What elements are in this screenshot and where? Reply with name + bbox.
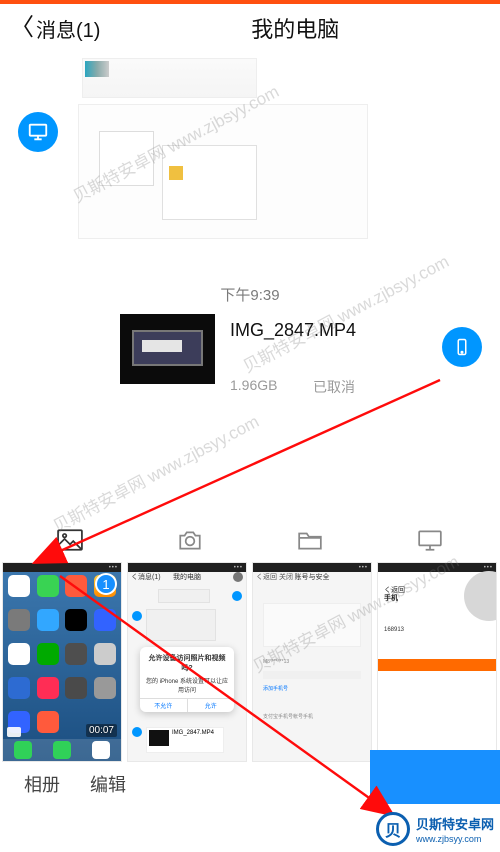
- large-circle-overlay: [464, 571, 497, 621]
- message-bubble-screenshot[interactable]: [78, 104, 368, 239]
- attach-photo-button[interactable]: [56, 526, 84, 554]
- avatar-pc[interactable]: [18, 112, 58, 152]
- file-size: 1.96GB: [230, 377, 277, 393]
- camera-icon: [177, 528, 203, 552]
- folder-icon: [297, 528, 323, 552]
- attach-folder-button[interactable]: [296, 526, 324, 554]
- phone-icon: [453, 334, 471, 360]
- file-thumbnail: [120, 314, 215, 384]
- nav-bar: 〈 消息(1) 我的电脑: [0, 4, 500, 52]
- back-label: 消息(1): [36, 14, 100, 43]
- tab-album[interactable]: 相册: [24, 771, 60, 797]
- page-title: 我的电脑: [251, 12, 339, 44]
- tray-tabs: 相册 编辑: [0, 764, 500, 804]
- send-button[interactable]: [370, 750, 500, 804]
- permission-popup: 允许设备访问照片和视频吗? 您的 iPhone 系统设置可以让应用访问 不允许 …: [140, 647, 234, 712]
- tray-thumb-1[interactable]: ••• 00:07 1: [2, 562, 122, 762]
- picture-icon: [57, 528, 83, 552]
- monitor-icon: [27, 121, 49, 143]
- chat-area: 下午9:39 IMG_2847.MP4 1.96GB 已取消: [0, 52, 500, 520]
- monitor-small-icon: [417, 528, 443, 552]
- tab-edit[interactable]: 编辑: [90, 771, 126, 797]
- message-file-bubble[interactable]: IMG_2847.MP4 1.96GB 已取消: [120, 314, 410, 414]
- file-name: IMG_2847.MP4: [230, 320, 356, 341]
- message-thumbnail-prev[interactable]: [82, 58, 257, 98]
- chevron-left-icon: 〈: [10, 16, 34, 40]
- video-badge-icon: [7, 727, 21, 737]
- back-button[interactable]: 〈 消息(1): [10, 14, 100, 43]
- attach-computer-button[interactable]: [416, 526, 444, 554]
- tray-thumb-2[interactable]: ••• く消息(1) 我的电脑 允许设备访问照片和视频吗? 您的 iPhone …: [127, 562, 247, 762]
- tray-thumb-3[interactable]: ••• く返回 关闭 账号与安全 M8*******13 添加手机号 支付宝手机…: [252, 562, 372, 762]
- photo-tray: ••• 00:07 1 ••• く消息(1) 我的电脑: [0, 560, 500, 804]
- timestamp: 下午9:39: [0, 284, 500, 305]
- thumbnail-strip[interactable]: ••• 00:07 1 ••• く消息(1) 我的电脑: [0, 560, 500, 764]
- tray-thumb-4[interactable]: ••• く返回 手机 168913 该手机号已与另一帐号绑定，请更换手机号: [377, 562, 497, 762]
- video-duration: 00:07: [86, 724, 117, 737]
- attachment-type-bar: [0, 520, 500, 560]
- logo-ring-icon: 贝: [376, 812, 410, 846]
- attach-camera-button[interactable]: [176, 526, 204, 554]
- avatar-self[interactable]: [442, 327, 482, 367]
- source-logo: 贝 贝斯特安卓网 www.zjbsyy.com: [376, 812, 494, 846]
- selection-badge: 1: [95, 573, 117, 595]
- file-status: 已取消: [313, 377, 355, 397]
